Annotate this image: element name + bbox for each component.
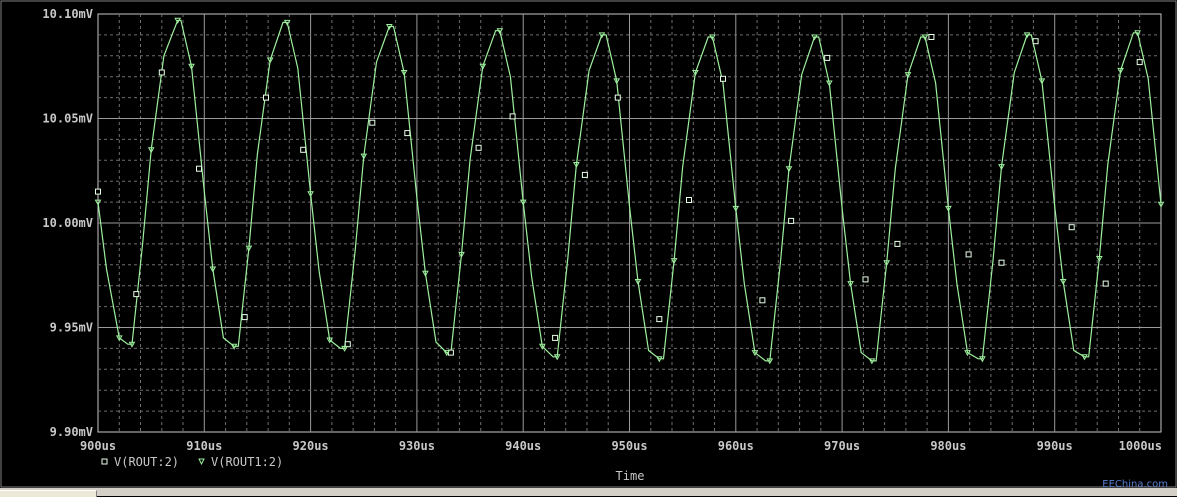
data-point-square	[581, 171, 588, 178]
legend: V(ROUT:2) V(ROUT1:2)	[101, 455, 283, 469]
data-point-square	[894, 240, 901, 247]
y-tick-label: 9.95mV	[50, 321, 93, 335]
data-point-square	[404, 130, 411, 137]
x-tick-label: 900us	[80, 439, 116, 453]
y-tick-label: 10.10mV	[42, 7, 93, 21]
data-point-square	[928, 34, 935, 40]
data-point-square	[788, 217, 795, 224]
waveform-chart: 9.90mV9.95mV10.00mV10.05mV10.10mV 900us 9…	[0, 0, 1177, 490]
data-point-square	[196, 165, 202, 172]
x-tick-label: 970us	[824, 439, 860, 453]
grid-layer	[98, 14, 1161, 432]
y-tick-label: 9.90mV	[50, 425, 93, 439]
window-bottom-bar	[0, 488, 1177, 496]
x-tick-label: 960us	[718, 439, 754, 453]
x-tick-label: 980us	[930, 439, 966, 453]
data-point-square	[965, 251, 972, 258]
data-point-square	[614, 94, 621, 101]
data-point-square	[241, 314, 248, 321]
data-point-square	[686, 197, 692, 203]
data-point-square	[475, 144, 482, 151]
x-tick-label: 910us	[186, 439, 222, 453]
data-point-square	[552, 334, 559, 341]
data-point-square	[824, 54, 831, 61]
legend-marker-triangle	[198, 458, 205, 466]
data-point-square	[1136, 59, 1143, 66]
x-axis-label: Time	[616, 469, 645, 483]
x-tick-label: 950us	[611, 439, 647, 453]
y-tick-label: 10.05mV	[42, 112, 93, 126]
data-point-square	[998, 259, 1005, 266]
data-point-square	[133, 291, 140, 298]
data-point-square	[509, 113, 516, 120]
data-point-square	[369, 119, 376, 126]
data-point-square	[656, 316, 663, 323]
x-tick-label: 920us	[293, 439, 329, 453]
x-axis-ticks: 900us 910us 920us 930us 940us 950us 960us 970us…	[80, 439, 1162, 453]
data-point-square	[1068, 224, 1075, 231]
x-tick-label: 990us	[1037, 439, 1073, 453]
data-point-square	[862, 276, 869, 283]
x-tick-label: 930us	[399, 439, 435, 453]
data-point-square	[263, 94, 269, 101]
legend-label: V(ROUT1:2)	[211, 455, 283, 469]
data-point-square	[720, 75, 726, 82]
data-point-square	[759, 297, 766, 304]
data-point-square	[95, 188, 101, 195]
data-point-square	[1102, 280, 1109, 287]
data-point-square	[300, 146, 307, 153]
legend-marker-square	[101, 458, 108, 465]
y-tick-label: 10.00mV	[42, 216, 93, 230]
data-point-square	[1032, 38, 1039, 45]
legend-label: V(ROUT:2)	[114, 455, 179, 469]
x-tick-label: 940us	[505, 439, 541, 453]
data-point-square	[158, 69, 165, 76]
y-axis-ticks: 9.90mV 9.95mV 10.00mV 10.05mV 10.10mV	[42, 7, 93, 439]
x-tick-label: 1000us	[1119, 439, 1162, 453]
